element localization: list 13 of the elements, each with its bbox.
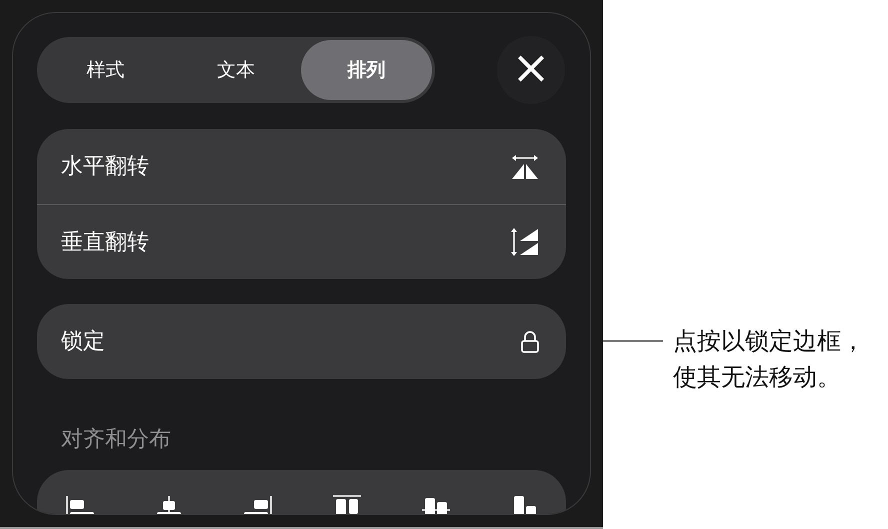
section-heading: 对齐和分布 (61, 426, 172, 454)
flip-horizontal-icon (510, 154, 540, 180)
tab[interactable]: 样式 (40, 40, 171, 100)
lock-icon (520, 330, 540, 354)
leader-line (603, 340, 663, 342)
close-button[interactable]: × (497, 36, 565, 104)
callout-text: 点按以锁定边框，使其无法移动。 (673, 326, 866, 393)
menu-item-label[interactable]: 水平翻转 (61, 150, 149, 183)
menu-item-label[interactable]: 锁定 (61, 325, 105, 358)
tab[interactable]: 文本 (170, 40, 302, 100)
menu-item-label[interactable]: 垂直翻转 (61, 226, 149, 258)
tab[interactable]: 排列 (301, 40, 432, 100)
flip-vertical-icon (510, 227, 540, 257)
